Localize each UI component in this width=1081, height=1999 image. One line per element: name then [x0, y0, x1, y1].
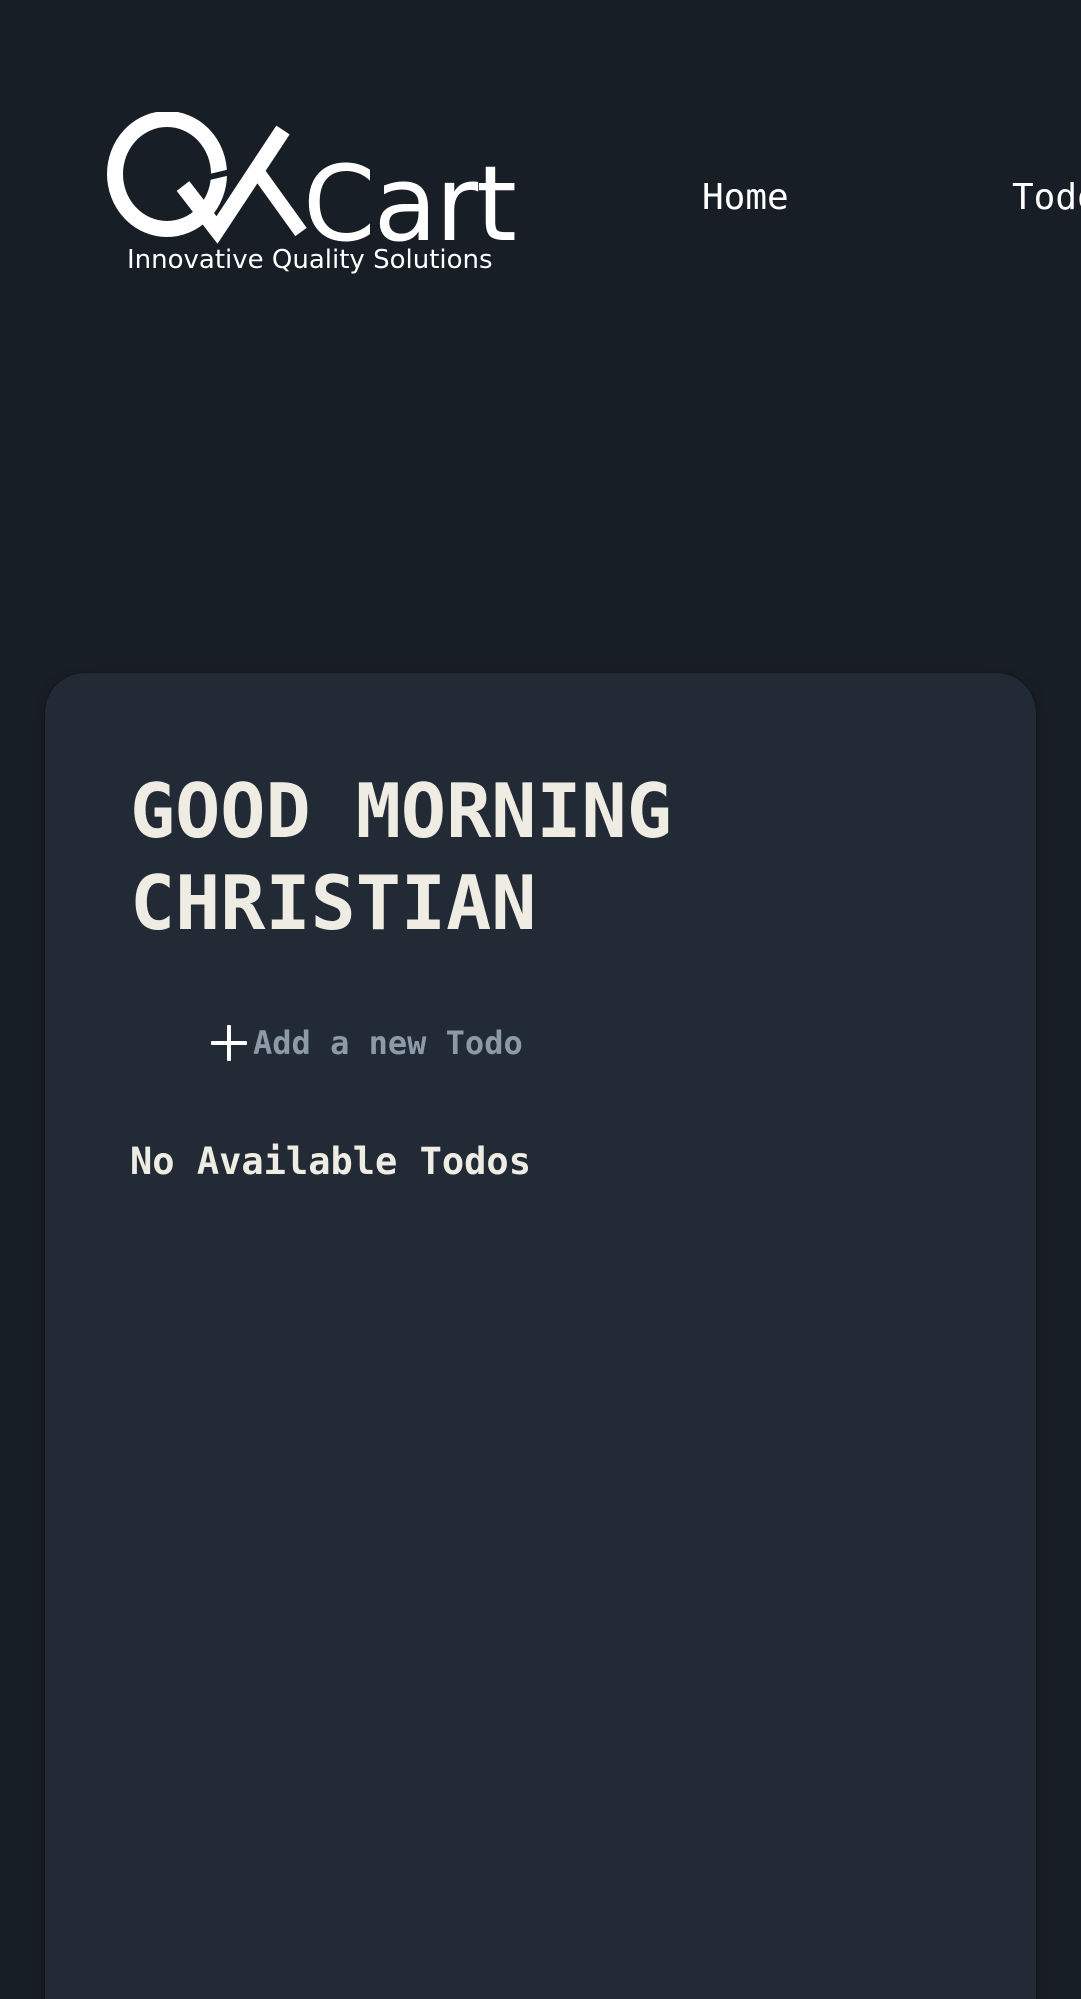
- nav-link-home[interactable]: Home: [702, 176, 789, 220]
- site-header: Cart Innovative Quality Solutions Home T…: [0, 0, 1081, 320]
- logo-tagline: Innovative Quality Solutions: [127, 245, 493, 275]
- todo-card: GOOD MORNING CHRISTIAN No Available Todo…: [45, 673, 1036, 1999]
- new-todo-input[interactable]: [253, 1017, 733, 1069]
- main-nav: Home Todos: [0, 176, 1081, 220]
- new-todo-form[interactable]: [175, 1013, 735, 1073]
- greeting-heading: GOOD MORNING CHRISTIAN: [130, 767, 672, 947]
- empty-state-message: No Available Todos: [130, 1140, 531, 1183]
- plus-icon[interactable]: [211, 1025, 247, 1061]
- nav-link-todos[interactable]: Todos: [1012, 176, 1081, 220]
